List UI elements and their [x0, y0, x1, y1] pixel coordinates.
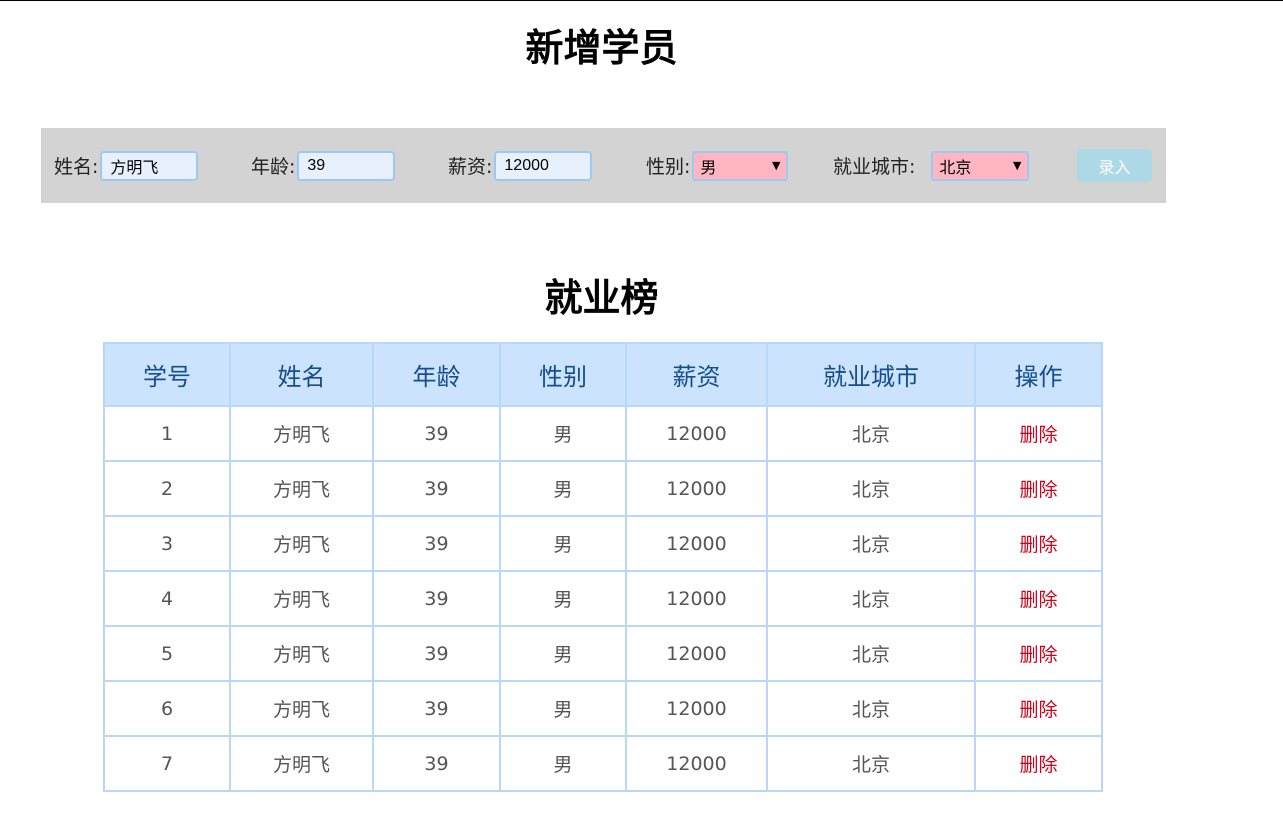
city-select[interactable]: 北京 ▼ — [931, 150, 1030, 181]
cell-salary: 12000 — [625, 515, 768, 572]
salary-field-group: 薪资: — [448, 128, 593, 203]
cell-salary: 12000 — [625, 625, 768, 682]
cell-id: 4 — [103, 570, 231, 627]
cell-gender: 男 — [499, 570, 627, 627]
cell-city: 北京 — [766, 735, 976, 792]
cell-name: 方明飞 — [229, 570, 374, 627]
header-salary: 薪资 — [625, 342, 768, 407]
page-title-employment-rank: 就业榜 — [544, 276, 659, 320]
page-title-add-student: 新增学员 — [525, 26, 678, 70]
cell-name: 方明飞 — [229, 515, 374, 572]
delete-link[interactable]: 删除 — [974, 625, 1103, 682]
table-row: 5 方明飞 39 男 12000 北京 删除 — [103, 625, 1103, 682]
delete-link[interactable]: 删除 — [974, 570, 1103, 627]
table-row: 6 方明飞 39 男 12000 北京 删除 — [103, 680, 1103, 737]
cell-gender: 男 — [499, 515, 627, 572]
delete-link[interactable]: 删除 — [974, 515, 1103, 572]
age-input[interactable] — [297, 150, 396, 181]
cell-id: 5 — [103, 625, 231, 682]
cell-name: 方明飞 — [229, 735, 374, 792]
cell-age: 39 — [372, 625, 501, 682]
age-field-group: 年龄: — [251, 128, 396, 203]
table-row: 4 方明飞 39 男 12000 北京 删除 — [103, 570, 1103, 627]
cell-age: 39 — [372, 515, 501, 572]
gender-label: 性别: — [646, 156, 691, 178]
cell-id: 6 — [103, 680, 231, 737]
cell-city: 北京 — [766, 405, 976, 462]
table-row: 7 方明飞 39 男 12000 北京 删除 — [103, 735, 1103, 792]
cell-age: 39 — [372, 680, 501, 737]
city-field-group: 就业城市: 北京 ▼ — [833, 128, 1030, 203]
cell-age: 39 — [372, 570, 501, 627]
header-id: 学号 — [103, 342, 231, 407]
delete-link[interactable]: 删除 — [974, 735, 1103, 792]
chevron-down-icon: ▼ — [1012, 159, 1022, 172]
cell-city: 北京 — [766, 515, 976, 572]
cell-name: 方明飞 — [229, 680, 374, 737]
cell-city: 北京 — [766, 570, 976, 627]
name-field-group: 姓名: — [54, 128, 199, 203]
cell-gender: 男 — [499, 625, 627, 682]
cell-id: 3 — [103, 515, 231, 572]
header-action: 操作 — [974, 342, 1103, 407]
cell-city: 北京 — [766, 460, 976, 517]
submit-button[interactable]: 录入 — [1077, 149, 1152, 182]
delete-link[interactable]: 删除 — [974, 405, 1103, 462]
cell-gender: 男 — [499, 405, 627, 462]
table-row: 2 方明飞 39 男 12000 北京 删除 — [103, 460, 1103, 517]
cell-salary: 12000 — [625, 735, 768, 792]
cell-age: 39 — [372, 460, 501, 517]
chevron-down-icon: ▼ — [771, 159, 781, 172]
cell-salary: 12000 — [625, 680, 768, 737]
cell-gender: 男 — [499, 460, 627, 517]
gender-field-group: 性别: 男 ▼ — [646, 128, 789, 203]
header-age: 年龄 — [372, 342, 501, 407]
cell-name: 方明飞 — [229, 405, 374, 462]
cell-id: 2 — [103, 460, 231, 517]
city-selected-value: 北京 — [939, 157, 972, 177]
cell-gender: 男 — [499, 680, 627, 737]
age-label: 年龄: — [251, 156, 296, 178]
cell-name: 方明飞 — [229, 625, 374, 682]
salary-label: 薪资: — [448, 156, 493, 178]
name-label: 姓名: — [54, 156, 99, 178]
cell-name: 方明飞 — [229, 460, 374, 517]
cell-age: 39 — [372, 735, 501, 792]
cell-gender: 男 — [499, 735, 627, 792]
gender-selected-value: 男 — [700, 157, 717, 177]
cell-salary: 12000 — [625, 460, 768, 517]
cell-id: 7 — [103, 735, 231, 792]
name-input[interactable] — [100, 150, 199, 181]
header-name: 姓名 — [229, 342, 374, 407]
header-gender: 性别 — [499, 342, 627, 407]
add-student-form: 姓名: 年龄: 薪资: 性别: 男 ▼ 就业城市: 北京 ▼ 录入 — [41, 128, 1166, 203]
table-row: 1 方明飞 39 男 12000 北京 删除 — [103, 405, 1103, 462]
delete-link[interactable]: 删除 — [974, 680, 1103, 737]
salary-input[interactable] — [494, 150, 593, 181]
cell-city: 北京 — [766, 680, 976, 737]
cell-id: 1 — [103, 405, 231, 462]
cell-salary: 12000 — [625, 570, 768, 627]
delete-link[interactable]: 删除 — [974, 460, 1103, 517]
employment-table: 学号 姓名 年龄 性别 薪资 就业城市 操作 1 方明飞 39 男 12000 … — [103, 342, 1103, 792]
cell-city: 北京 — [766, 625, 976, 682]
city-label: 就业城市: — [833, 156, 916, 178]
cell-salary: 12000 — [625, 405, 768, 462]
header-city: 就业城市 — [766, 342, 976, 407]
table-row: 3 方明飞 39 男 12000 北京 删除 — [103, 515, 1103, 572]
table-header-row: 学号 姓名 年龄 性别 薪资 就业城市 操作 — [103, 342, 1103, 407]
cell-age: 39 — [372, 405, 501, 462]
gender-select[interactable]: 男 ▼ — [692, 150, 789, 181]
